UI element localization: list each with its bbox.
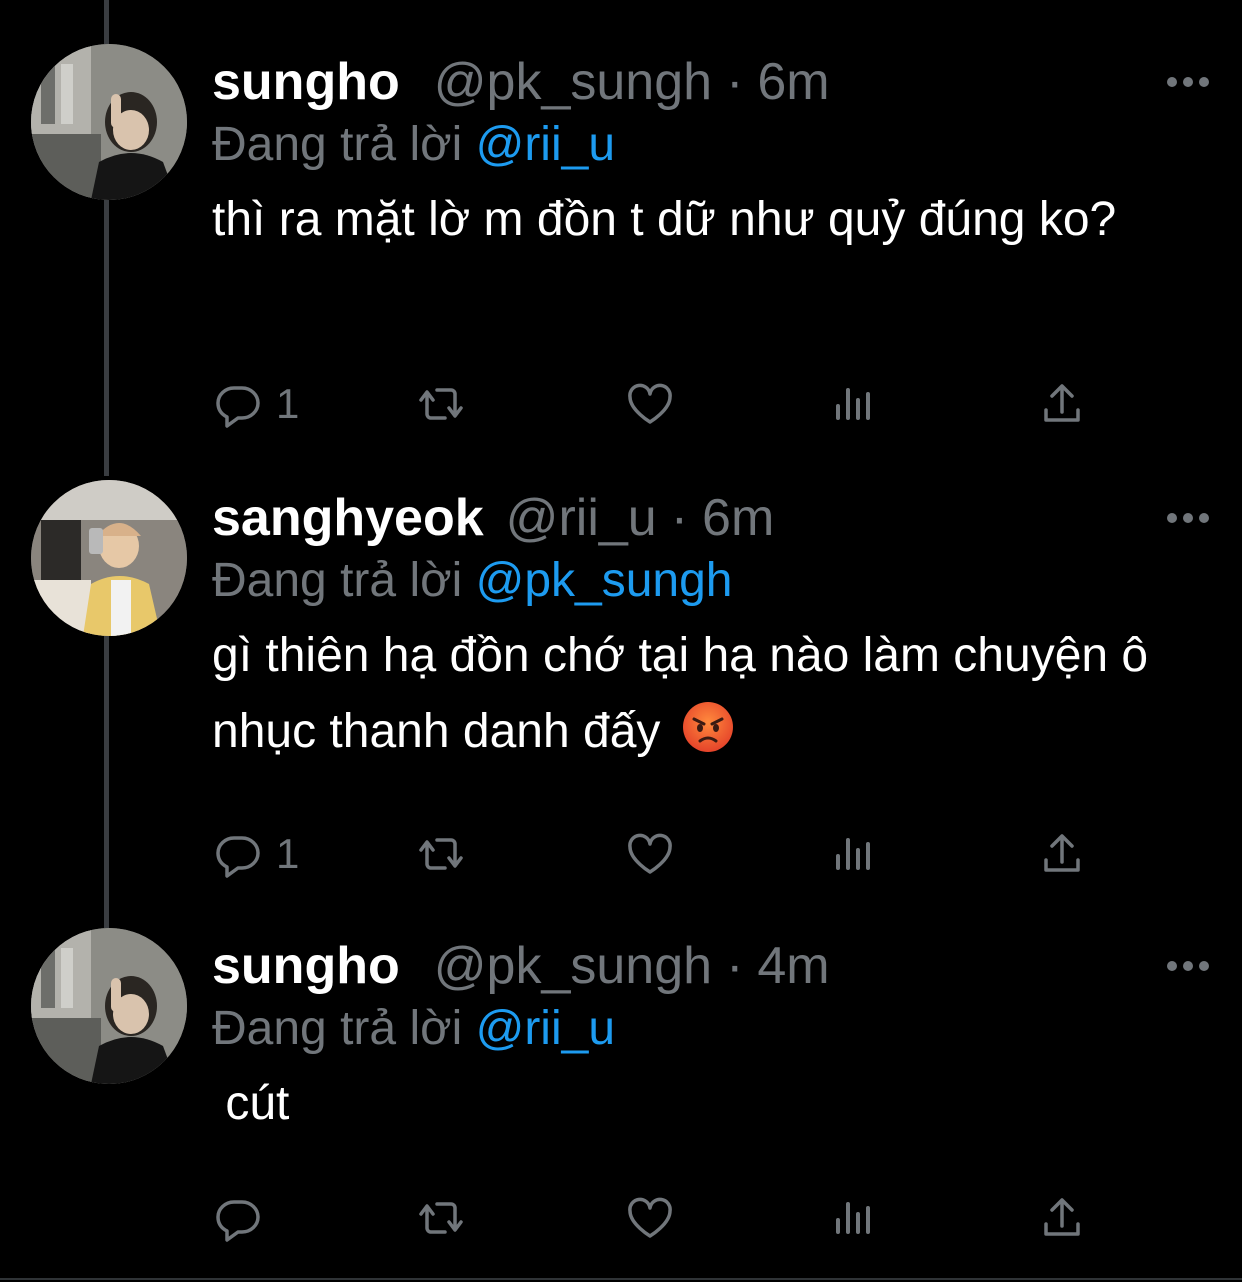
replying-to: Đang trả lời @rii_u: [212, 110, 615, 180]
reply-button[interactable]: [214, 1188, 276, 1248]
like-button[interactable]: [626, 1188, 674, 1248]
views-button[interactable]: [830, 374, 878, 434]
more-options-icon[interactable]: [1162, 946, 1214, 986]
reply-icon: [216, 1200, 260, 1242]
separator-dot: ·: [670, 489, 689, 547]
username[interactable]: @pk_sungh: [434, 44, 712, 120]
avatar[interactable]: [31, 928, 187, 1084]
tweet[interactable]: sungho @pk_sungh · 4m Đang trả lời @rii_…: [0, 928, 1242, 1268]
views-button[interactable]: [830, 824, 878, 884]
retweet-icon: [419, 1202, 463, 1234]
angry-face-icon: [682, 702, 733, 752]
retweet-button[interactable]: [417, 824, 465, 884]
avatar-photo: [31, 928, 187, 1084]
display-name[interactable]: sungho: [212, 928, 400, 1004]
separator-dot: ·: [726, 937, 744, 995]
avatar[interactable]: [31, 44, 187, 200]
divider: [0, 1278, 1242, 1280]
share-icon: [1044, 834, 1080, 872]
avatar-photo: [31, 480, 187, 636]
timestamp[interactable]: 4m: [757, 928, 829, 1004]
action-bar: 1: [212, 374, 1112, 434]
retweet-icon: [419, 388, 463, 420]
tweet-text: gì thiên hạ đồn chớ tại hạ nào làm chuyệ…: [212, 618, 1172, 770]
like-button[interactable]: [626, 374, 674, 434]
replying-label: Đang trả lời: [212, 118, 463, 171]
views-icon: [836, 838, 870, 870]
mention-link[interactable]: @rii_u: [476, 118, 615, 171]
separator-dot: ·: [726, 53, 744, 111]
replying-label: Đang trả lời: [212, 554, 463, 607]
mention-link[interactable]: @pk_sungh: [476, 554, 733, 607]
more-options-icon[interactable]: [1162, 62, 1214, 102]
avatar[interactable]: [31, 480, 187, 636]
reply-button[interactable]: 1: [214, 824, 299, 884]
like-icon: [628, 833, 672, 874]
like-icon: [628, 383, 672, 424]
action-bar: 1: [212, 824, 1112, 884]
timestamp[interactable]: 6m: [757, 44, 829, 120]
tweet[interactable]: sanghyeok @rii_u · 6m Đang trả lời @pk_s…: [0, 480, 1242, 910]
reply-count: 1: [276, 380, 300, 427]
replying-label: Đang trả lời: [212, 1002, 463, 1055]
more-options-icon[interactable]: [1162, 498, 1214, 538]
share-button[interactable]: [1038, 374, 1086, 434]
username[interactable]: @rii_u: [506, 480, 657, 556]
share-icon: [1044, 384, 1080, 422]
display-name[interactable]: sungho: [212, 44, 400, 120]
tweet-header: sanghyeok @rii_u · 6m: [212, 480, 774, 556]
timestamp[interactable]: 6m: [702, 480, 774, 556]
tweet-text: thì ra mặt lờ m đồn t dữ như quỷ đúng ko…: [212, 193, 1117, 246]
mention-link[interactable]: @rii_u: [476, 1002, 615, 1055]
share-button[interactable]: [1038, 1188, 1086, 1248]
reply-icon: [216, 386, 260, 428]
display-name[interactable]: sanghyeok: [212, 480, 484, 556]
like-icon: [628, 1197, 672, 1238]
avatar-photo: [31, 44, 187, 200]
retweet-icon: [419, 838, 463, 870]
tweet-header: sungho @pk_sungh · 4m: [212, 928, 830, 1004]
reply-count: 1: [276, 830, 300, 877]
thread-line-top: [104, 0, 109, 44]
replying-to: Đang trả lời @rii_u: [212, 994, 615, 1064]
username[interactable]: @pk_sungh: [434, 928, 712, 1004]
tweet-text: cút: [212, 1077, 290, 1130]
reply-icon: [216, 836, 260, 878]
views-button[interactable]: [830, 1188, 878, 1248]
tweet-header: sungho @pk_sungh · 6m: [212, 44, 830, 120]
tweet-text-content: gì thiên hạ đồn chớ tại hạ nào làm chuyệ…: [212, 629, 1149, 758]
like-button[interactable]: [626, 824, 674, 884]
share-icon: [1044, 1198, 1080, 1236]
reply-button[interactable]: 1: [214, 374, 299, 434]
share-button[interactable]: [1038, 824, 1086, 884]
replying-to: Đang trả lời @pk_sungh: [212, 546, 733, 616]
retweet-button[interactable]: [417, 374, 465, 434]
retweet-button[interactable]: [417, 1188, 465, 1248]
tweet[interactable]: sungho @pk_sungh · 6m Đang trả lời @rii_…: [0, 44, 1242, 464]
views-icon: [836, 388, 870, 420]
action-bar: [212, 1188, 1112, 1248]
views-icon: [836, 1202, 870, 1234]
